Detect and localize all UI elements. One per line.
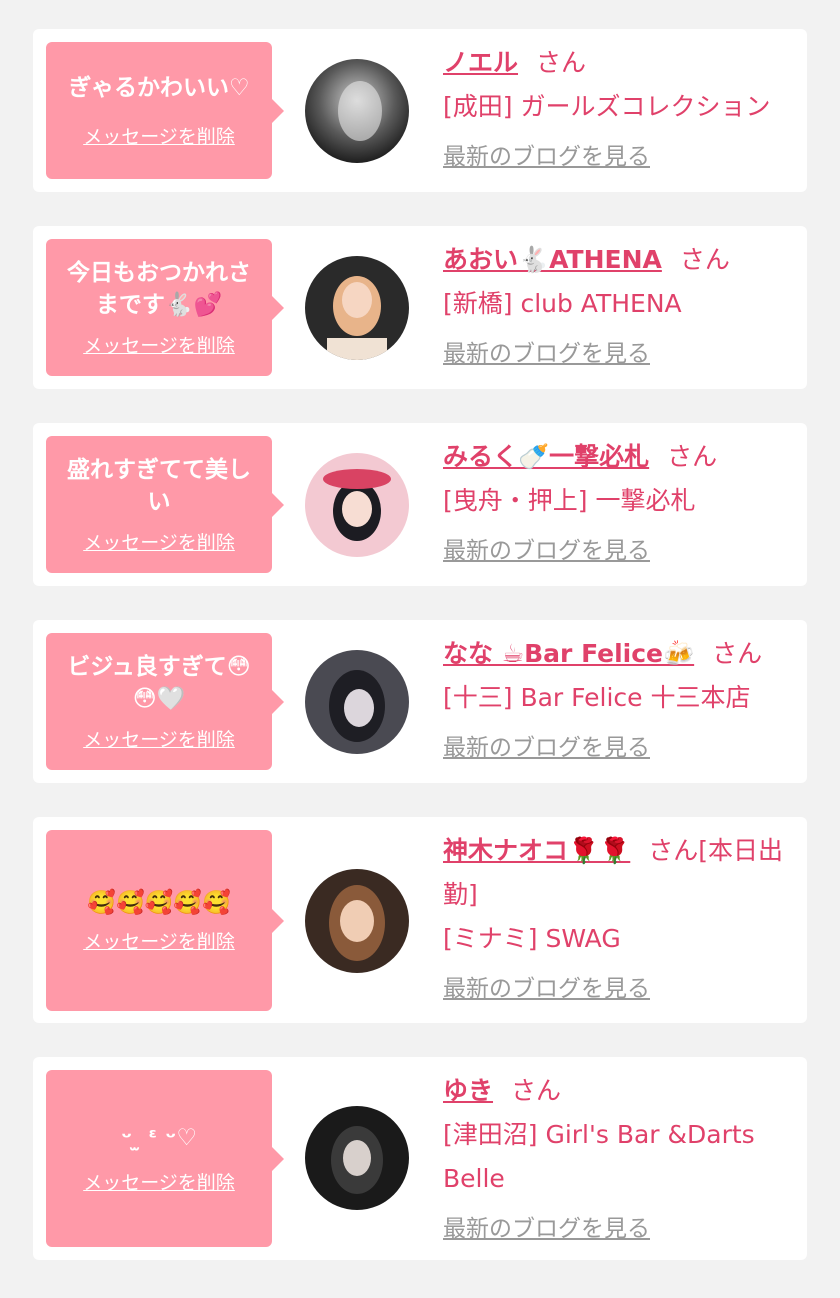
message-list: ぎゃるかわいい♡ メッセージを削除 ノエル さん [成田] ガールズコレクション … xyxy=(0,0,840,1260)
honorific: さん xyxy=(511,1076,562,1105)
message-bubble: 盛れすぎてて美しい メッセージを削除 xyxy=(46,436,284,573)
latest-blog-link[interactable]: 最新のブログを見る xyxy=(443,137,650,171)
message-text: 盛れすぎてて美しい xyxy=(67,457,251,515)
profile-info: 神木ナオコ🌹🌹 さん[本日出勤] [ミナミ] SWAG 最新のブログを見る xyxy=(443,829,789,1003)
avatar[interactable] xyxy=(305,59,409,163)
honorific: さん xyxy=(536,48,587,77)
cast-name-link[interactable]: ゆき xyxy=(443,1076,493,1105)
profile-info: あおい🐇ATHENA さん [新橋] club ATHENA 最新のブログを見る xyxy=(443,238,789,368)
delete-message-link[interactable]: メッセージを削除 xyxy=(83,122,235,149)
cast-name-link[interactable]: あおい🐇ATHENA xyxy=(443,245,662,274)
latest-blog-link[interactable]: 最新のブログを見る xyxy=(443,334,650,368)
shop-name: [曳舟・押上] 一撃必札 xyxy=(443,486,696,515)
delete-message-link[interactable]: メッセージを削除 xyxy=(83,1168,235,1195)
message-bubble: 今日もおつかれさまです🐇💕 メッセージを削除 xyxy=(46,239,284,376)
avatar[interactable] xyxy=(305,650,409,754)
delete-message-link[interactable]: メッセージを削除 xyxy=(83,528,235,555)
delete-message-link[interactable]: メッセージを削除 xyxy=(83,331,235,358)
cast-name-link[interactable]: ノエル xyxy=(443,48,518,77)
cast-name-link[interactable]: みるく🍼一撃必札 xyxy=(443,442,649,471)
message-text: 今日もおつかれさまです🐇💕 xyxy=(67,260,251,318)
message-card: 🥰🥰🥰🥰🥰 メッセージを削除 神木ナオコ🌹🌹 さん[本日出勤] [ミナミ] SWA… xyxy=(33,817,807,1023)
message-card: 盛れすぎてて美しい メッセージを削除 みるく🍼一撃必札 さん [曳舟・押上] 一撃… xyxy=(33,423,807,586)
latest-blog-link[interactable]: 最新のブログを見る xyxy=(443,728,650,762)
profile-info: ノエル さん [成田] ガールズコレクション 最新のブログを見る xyxy=(443,41,789,171)
honorific: さん xyxy=(712,639,763,668)
delete-message-link[interactable]: メッセージを削除 xyxy=(83,725,235,752)
profile-info: みるく🍼一撃必札 さん [曳舟・押上] 一撃必札 最新のブログを見る xyxy=(443,435,789,565)
shop-name: [十三] Bar Felice 十三本店 xyxy=(443,683,751,712)
shop-name: [津田沼] Girl's Bar &Darts Belle xyxy=(443,1120,755,1193)
profile-info: ゆき さん [津田沼] Girl's Bar &Darts Belle 最新のブロ… xyxy=(443,1069,789,1243)
latest-blog-link[interactable]: 最新のブログを見る xyxy=(443,531,650,565)
delete-message-link[interactable]: メッセージを削除 xyxy=(83,927,235,954)
avatar[interactable] xyxy=(305,256,409,360)
message-bubble: ビジュ良すぎて😳😳🤍 メッセージを削除 xyxy=(46,633,284,770)
latest-blog-link[interactable]: 最新のブログを見る xyxy=(443,1209,650,1243)
message-text: ビジュ良すぎて😳😳🤍 xyxy=(67,654,251,712)
honorific: さん xyxy=(667,442,718,471)
message-text: ᵕ ̫ ᵋ ᵕ♡ xyxy=(121,1125,197,1151)
avatar[interactable] xyxy=(305,453,409,557)
shop-name: [成田] ガールズコレクション xyxy=(443,92,771,121)
message-card: ᵕ ̫ ᵋ ᵕ♡ メッセージを削除 ゆき さん [津田沼] Girl's Bar … xyxy=(33,1057,807,1260)
profile-info: なな ☕Bar Felice🍻 さん [十三] Bar Felice 十三本店 最… xyxy=(443,632,789,762)
shop-name: [新橋] club ATHENA xyxy=(443,289,682,318)
cast-name-link[interactable]: なな ☕Bar Felice🍻 xyxy=(443,639,694,668)
avatar[interactable] xyxy=(305,869,409,973)
message-text: ぎゃるかわいい♡ xyxy=(68,75,250,101)
message-card: ぎゃるかわいい♡ メッセージを削除 ノエル さん [成田] ガールズコレクション … xyxy=(33,29,807,192)
honorific: さん xyxy=(648,836,699,865)
message-card: 今日もおつかれさまです🐇💕 メッセージを削除 あおい🐇ATHENA さん [新橋]… xyxy=(33,226,807,389)
latest-blog-link[interactable]: 最新のブログを見る xyxy=(443,969,650,1003)
shop-name: [ミナミ] SWAG xyxy=(443,924,621,953)
message-bubble: ᵕ ̫ ᵋ ᵕ♡ メッセージを削除 xyxy=(46,1070,284,1247)
message-bubble: 🥰🥰🥰🥰🥰 メッセージを削除 xyxy=(46,830,284,1011)
avatar[interactable] xyxy=(305,1106,409,1210)
cast-name-link[interactable]: 神木ナオコ🌹🌹 xyxy=(443,836,630,865)
message-card: ビジュ良すぎて😳😳🤍 メッセージを削除 なな ☕Bar Felice🍻 さん [十… xyxy=(33,620,807,783)
message-bubble: ぎゃるかわいい♡ メッセージを削除 xyxy=(46,42,284,179)
honorific: さん xyxy=(679,245,730,274)
message-text: 🥰🥰🥰🥰🥰 xyxy=(87,890,231,916)
